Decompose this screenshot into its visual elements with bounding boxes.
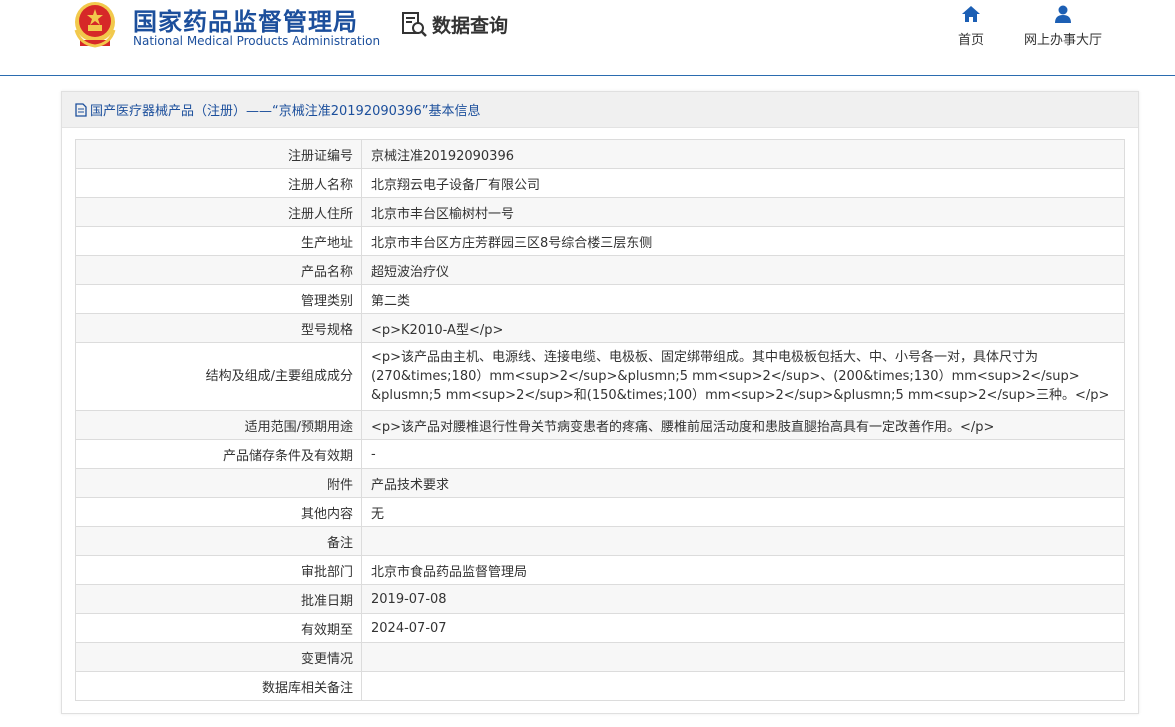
field-value: 第二类 <box>361 284 1125 314</box>
field-label: 有效期至 <box>75 613 362 643</box>
table-row: 生产地址 北京市丰台区方庄芳群园三区8号综合楼三层东侧 <box>75 226 1125 256</box>
field-value <box>361 642 1125 672</box>
field-value: 产品技术要求 <box>361 468 1125 498</box>
document-icon <box>75 102 87 117</box>
field-label: 管理类别 <box>75 284 362 314</box>
field-label: 生产地址 <box>75 226 362 256</box>
nav-online-office[interactable]: 网上办事大厅 <box>1024 4 1102 48</box>
field-value: 超短波治疗仪 <box>361 255 1125 285</box>
site-logo-english[interactable]: National Medical Products Administration <box>133 34 380 48</box>
document-search-icon <box>402 12 427 37</box>
panel-title-text: 国产医疗器械产品（注册）——“京械注准20192090396”基本信息 <box>90 104 481 119</box>
nav-home-label: 首页 <box>958 33 985 48</box>
table-row: 结构及组成/主要组成成分 <p>该产品由主机、电源线、连接电缆、电极板、固定绑带组… <box>75 342 1125 411</box>
field-value: 北京市食品药品监督管理局 <box>361 555 1125 585</box>
site-logo-chinese[interactable]: 国家药品监督管理局 <box>133 2 358 37</box>
table-row: 管理类别 第二类 <box>75 284 1125 314</box>
field-label: 适用范围/预期用途 <box>75 410 362 440</box>
nav-home[interactable]: 首页 <box>958 4 984 48</box>
table-row: 附件 产品技术要求 <box>75 468 1125 498</box>
field-value <box>361 671 1125 701</box>
field-value: 2019-07-08 <box>361 584 1125 614</box>
table-row: 产品名称 超短波治疗仪 <box>75 255 1125 285</box>
site-header: 国家药品监督管理局 National Medical Products Admi… <box>0 0 1175 76</box>
field-value: - <box>361 439 1125 469</box>
table-row: 有效期至 2024-07-07 <box>75 613 1125 643</box>
field-value: <p>K2010-A型</p> <box>361 313 1125 343</box>
field-label: 审批部门 <box>75 555 362 585</box>
table-row: 数据库相关备注 <box>75 671 1125 701</box>
field-value: 北京市丰台区榆树村一号 <box>361 197 1125 227</box>
field-value: 北京市丰台区方庄芳群园三区8号综合楼三层东侧 <box>361 226 1125 256</box>
table-row: 型号规格 <p>K2010-A型</p> <box>75 313 1125 343</box>
field-label: 其他内容 <box>75 497 362 527</box>
table-row: 注册人住所 北京市丰台区榆树村一号 <box>75 197 1125 227</box>
table-row: 注册证编号 京械注准20192090396 <box>75 139 1125 169</box>
field-value: <p>该产品对腰椎退行性骨关节病变患者的疼痛、腰椎前屈活动度和患肢直腿抬高具有一… <box>361 410 1125 440</box>
field-label: 注册人名称 <box>75 168 362 198</box>
table-row: 审批部门 北京市食品药品监督管理局 <box>75 555 1125 585</box>
field-label: 备注 <box>75 526 362 556</box>
registration-info-table: 注册证编号 京械注准20192090396 注册人名称 北京翔云电子设备厂有限公司 注册… <box>75 139 1125 701</box>
field-label: 注册人住所 <box>75 197 362 227</box>
table-row: 变更情况 <box>75 642 1125 672</box>
table-row: 批准日期 2019-07-08 <box>75 584 1125 614</box>
table-row: 适用范围/预期用途 <p>该产品对腰椎退行性骨关节病变患者的疼痛、腰椎前屈活动度和… <box>75 410 1125 440</box>
national-emblem-icon <box>74 2 116 48</box>
info-panel: 国产医疗器械产品（注册）——“京械注准20192090396”基本信息 注册证编… <box>61 91 1139 714</box>
table-row: 产品储存条件及有效期 - <box>75 439 1125 469</box>
field-value: 京械注准20192090396 <box>361 139 1125 169</box>
data-query-link[interactable]: 数据查询 <box>400 10 508 38</box>
field-label: 结构及组成/主要组成成分 <box>75 342 362 411</box>
field-value: <p>该产品由主机、电源线、连接电缆、电极板、固定绑带组成。其中电极板包括大、中… <box>361 342 1125 411</box>
field-label: 数据库相关备注 <box>75 671 362 701</box>
user-icon <box>1055 5 1071 23</box>
field-value: 2024-07-07 <box>361 613 1125 643</box>
table-row: 其他内容无 <box>75 497 1125 527</box>
data-query-label: 数据查询 <box>432 14 509 37</box>
field-value: 北京翔云电子设备厂有限公司 <box>361 168 1125 198</box>
table-row: 备注 <box>75 526 1125 556</box>
home-icon <box>962 6 980 22</box>
field-label: 产品名称 <box>75 255 362 285</box>
field-value <box>361 526 1125 556</box>
field-value: 无 <box>361 497 1125 527</box>
table-row: 注册人名称 北京翔云电子设备厂有限公司 <box>75 168 1125 198</box>
nav-online-office-label: 网上办事大厅 <box>1024 33 1103 48</box>
field-label: 附件 <box>75 468 362 498</box>
field-label: 产品储存条件及有效期 <box>75 439 362 469</box>
field-label: 变更情况 <box>75 642 362 672</box>
field-label: 批准日期 <box>75 584 362 614</box>
field-label: 型号规格 <box>75 313 362 343</box>
field-label: 注册证编号 <box>75 139 362 169</box>
panel-title: 国产医疗器械产品（注册）——“京械注准20192090396”基本信息 <box>62 92 1138 128</box>
